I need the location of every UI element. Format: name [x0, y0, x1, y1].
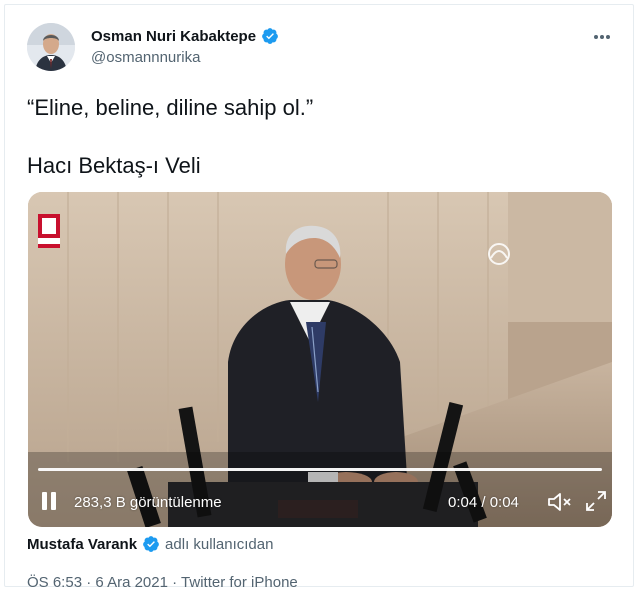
author-name-text: Osman Nuri Kabaktepe: [91, 27, 257, 45]
tweet-timestamp-time[interactable]: ÖS 6:53: [27, 574, 82, 590]
video-frame: [28, 192, 612, 527]
meta-separator: ·: [86, 574, 92, 590]
verified-badge-icon: [143, 536, 159, 552]
fullscreen-icon[interactable]: [585, 490, 607, 512]
video-attribution: Mustafa Varank adlı kullanıcıdan: [27, 535, 273, 553]
attribution-name[interactable]: Mustafa Varank: [27, 536, 137, 553]
author-handle[interactable]: @osmannnurika: [91, 49, 200, 66]
video-view-count: 283,3 B görüntülenme: [74, 494, 222, 511]
avatar[interactable]: [27, 23, 75, 71]
tweet-timestamp-date[interactable]: 6 Ara 2021: [95, 574, 168, 590]
more-dots: [594, 35, 610, 39]
more-icon[interactable]: [593, 27, 611, 41]
avatar-image: [27, 23, 75, 71]
mute-glyph: [548, 493, 571, 511]
attribution-suffix: adlı kullanıcıdan: [165, 535, 274, 553]
tweet-line-attribution: Hacı Bektaş-ı Veli: [27, 153, 201, 178]
video-time: 0:04 / 0:04: [448, 494, 519, 511]
video-progress-bar[interactable]: [38, 468, 602, 471]
mute-icon[interactable]: [547, 491, 573, 513]
fullscreen-glyph: [586, 491, 606, 511]
author-name[interactable]: Osman Nuri Kabaktepe: [91, 27, 279, 45]
pause-icon[interactable]: [42, 492, 58, 510]
tweet-line-quote: “Eline, beline, diline sahip ol.”: [27, 95, 314, 120]
meta-separator: ·: [172, 574, 178, 590]
tweet-text: “Eline, beline, diline sahip ol.” Hacı B…: [27, 93, 617, 181]
verified-badge-icon: [262, 28, 278, 44]
tweet-meta: ÖS 6:53 · 6 Ara 2021 · Twitter for iPhon…: [27, 574, 298, 590]
tweet-source[interactable]: Twitter for iPhone: [181, 574, 298, 590]
video-player[interactable]: 283,3 B görüntülenme 0:04 / 0:04: [28, 192, 612, 527]
tweet-card: Osman Nuri Kabaktepe @osmannnurika “Elin…: [4, 4, 634, 590]
